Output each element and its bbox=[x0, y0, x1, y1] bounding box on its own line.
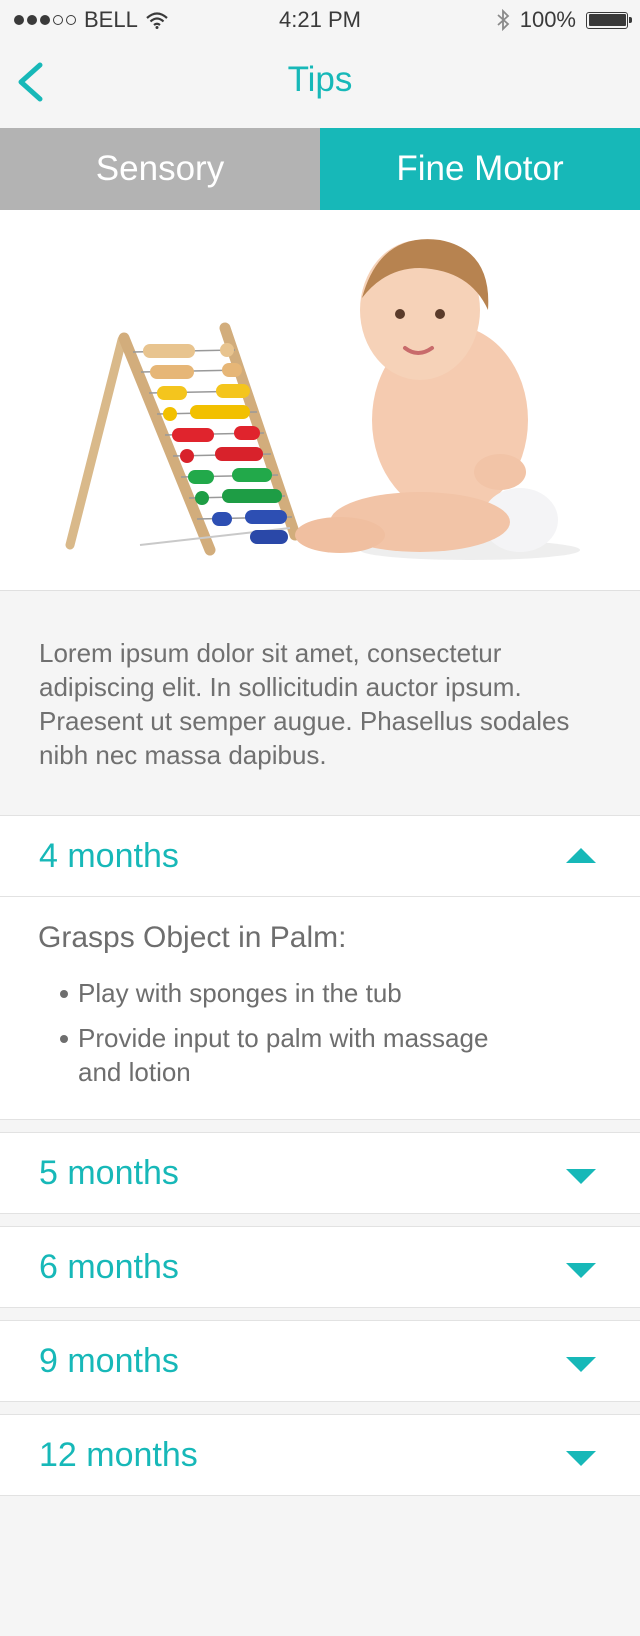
tip-title: Grasps Object in Palm: bbox=[38, 921, 347, 954]
accordion-header-4-months[interactable]: 4 months bbox=[0, 816, 640, 896]
accordion-section-9-months: 9 months bbox=[0, 1320, 640, 1402]
tip-item: Provide input to palm with massage and l… bbox=[58, 1021, 538, 1089]
accordion-section-6-months: 6 months bbox=[0, 1226, 640, 1308]
accordion-header-9-months[interactable]: 9 months bbox=[0, 1321, 640, 1401]
page-title: Tips bbox=[287, 60, 353, 99]
accordion-label: 4 months bbox=[39, 837, 179, 875]
chevron-down-icon bbox=[566, 1451, 596, 1466]
accordion-label: 6 months bbox=[39, 1248, 179, 1286]
tip-list: Play with sponges in the tub Provide inp… bbox=[58, 976, 538, 1100]
accordion-header-6-months[interactable]: 6 months bbox=[0, 1227, 640, 1307]
battery-icon bbox=[586, 11, 632, 29]
accordion-section-4-months: 4 months Grasps Object in Palm: Play wit… bbox=[0, 815, 640, 1120]
tip-item: Play with sponges in the tub bbox=[58, 976, 538, 1010]
accordion-section-12-months: 12 months bbox=[0, 1414, 640, 1496]
abacus bbox=[65, 322, 301, 556]
accordion-header-5-months[interactable]: 5 months bbox=[0, 1133, 640, 1213]
accordion-label: 12 months bbox=[39, 1436, 198, 1474]
tab-fine-motor[interactable]: Fine Motor bbox=[320, 128, 640, 210]
accordion-header-12-months[interactable]: 12 months bbox=[0, 1415, 640, 1495]
accordion-section-5-months: 5 months bbox=[0, 1132, 640, 1214]
category-tabs: Sensory Fine Motor bbox=[0, 128, 640, 210]
accordion-content-4-months: Grasps Object in Palm: Play with sponges… bbox=[0, 896, 640, 1119]
baby-with-abacus-illustration bbox=[65, 239, 580, 560]
baby bbox=[295, 239, 580, 560]
chevron-down-icon bbox=[566, 1169, 596, 1184]
hero-image bbox=[0, 210, 640, 591]
bluetooth-icon bbox=[497, 9, 510, 31]
battery-percentage: 100% bbox=[519, 7, 576, 32]
chevron-down-icon bbox=[566, 1263, 596, 1278]
accordion-label: 9 months bbox=[39, 1342, 179, 1380]
tab-sensory[interactable]: Sensory bbox=[0, 128, 320, 210]
intro-text: Lorem ipsum dolor sit amet, consectetur … bbox=[39, 638, 570, 770]
chevron-down-icon bbox=[566, 1357, 596, 1372]
status-bar: BELL 4:21 PM 100% bbox=[0, 0, 640, 40]
chevron-up-icon bbox=[566, 848, 596, 863]
navigation-bar: Tips bbox=[0, 40, 640, 128]
accordion-label: 5 months bbox=[39, 1154, 179, 1192]
